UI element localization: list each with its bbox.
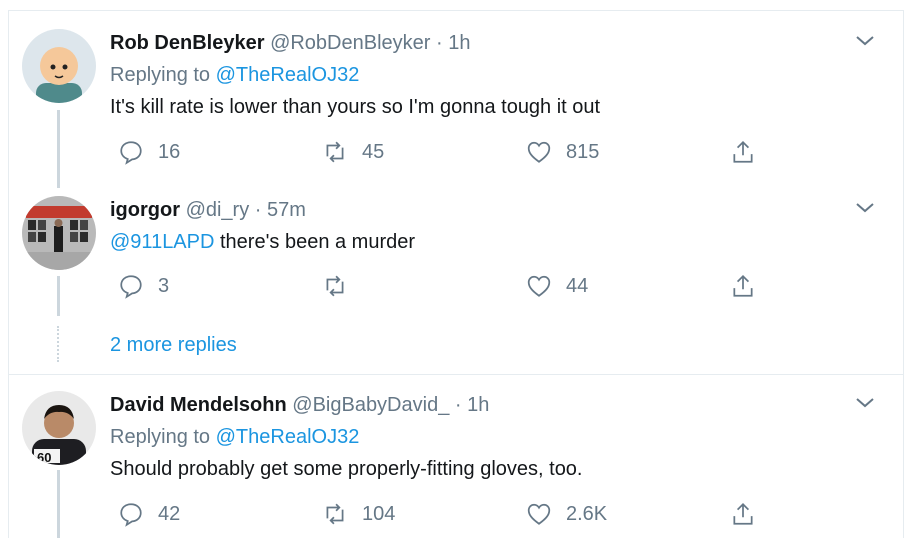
separator-dot: · [436,32,443,54]
reply-icon [120,275,142,299]
like-icon [527,275,551,297]
chevron-down-icon[interactable] [853,195,877,219]
tweet-header: David Mendelsohn @BigBabyDavid_ · 1h [110,394,489,417]
handle[interactable]: @di_ry [186,199,250,221]
share-icon [733,275,753,297]
avatar-rob[interactable] [22,29,96,103]
share-button[interactable] [730,273,770,299]
reply-button[interactable]: 3 [118,273,169,299]
avatar-igorgor[interactable] [22,196,96,270]
thread-line [57,276,60,316]
share-icon [733,503,753,525]
retweet-icon [326,275,344,297]
like-button[interactable]: 815 [526,139,599,165]
retweet-button[interactable]: 104 [322,501,395,527]
replying-to: Replying to @TheRealOJ32 [110,64,359,87]
thread-line [57,470,60,538]
reply-count: 3 [158,274,170,297]
handle[interactable]: @BigBabyDavid_ [292,394,449,416]
thread-line [57,110,60,188]
reply-icon [120,503,142,527]
retweet-icon [326,141,344,163]
avatar-david[interactable]: 60 [22,391,96,465]
reply-count: 42 [158,502,181,525]
display-name[interactable]: igorgor [110,199,180,221]
replying-to-label: Replying to [110,64,211,86]
display-name[interactable]: David Mendelsohn [110,394,287,416]
like-count: 44 [566,274,589,297]
like-button[interactable]: 2.6K [526,501,607,527]
reply-icon [120,141,142,165]
tweet-header: Rob DenBleyker @RobDenBleyker · 1h [110,32,470,55]
like-icon [527,503,551,525]
handle[interactable]: @RobDenBleyker [270,32,430,54]
retweet-count: 104 [362,502,396,525]
separator-dot: · [454,394,462,416]
reply-button[interactable]: 16 [118,139,180,165]
replying-to-label: Replying to [110,426,211,448]
timestamp[interactable]: 1h [448,32,470,54]
reply-button[interactable]: 42 [118,501,180,527]
chevron-down-icon[interactable] [853,390,877,414]
tweet-text: Should probably get some properly-fittin… [110,458,583,480]
like-icon [527,141,551,163]
share-button[interactable] [730,139,770,165]
retweet-button[interactable] [322,273,362,299]
retweet-button[interactable]: 45 [322,139,384,165]
retweet-icon [326,503,344,525]
tweet-text-body: there's been a murder [214,231,416,253]
tweet-text: It's kill rate is lower than yours so I'… [110,96,601,118]
more-replies-link[interactable]: 2 more replies [110,334,237,357]
mention-link[interactable]: @911LAPD [110,231,214,253]
reply-count: 16 [158,140,181,163]
replying-to-link[interactable]: @TheRealOJ32 [216,426,360,448]
replying-to-link[interactable]: @TheRealOJ32 [216,64,360,86]
share-icon [733,141,753,163]
timestamp[interactable]: 57m [267,199,306,221]
thread-dots [57,326,60,362]
like-count: 2.6K [566,502,608,525]
tweet-text: @911LAPD there's been a murder [110,231,415,254]
tweet-header: igorgor @di_ry · 57m [110,199,306,222]
separator-dot: · [254,199,262,221]
replying-to: Replying to @TheRealOJ32 [110,426,359,449]
share-button[interactable] [730,501,770,527]
divider [8,374,904,375]
display-name[interactable]: Rob DenBleyker [110,32,265,54]
like-count: 815 [566,140,600,163]
chevron-down-icon[interactable] [853,28,877,52]
like-button[interactable]: 44 [526,273,588,299]
retweet-count: 45 [362,140,385,163]
timestamp[interactable]: 1h [467,394,489,416]
